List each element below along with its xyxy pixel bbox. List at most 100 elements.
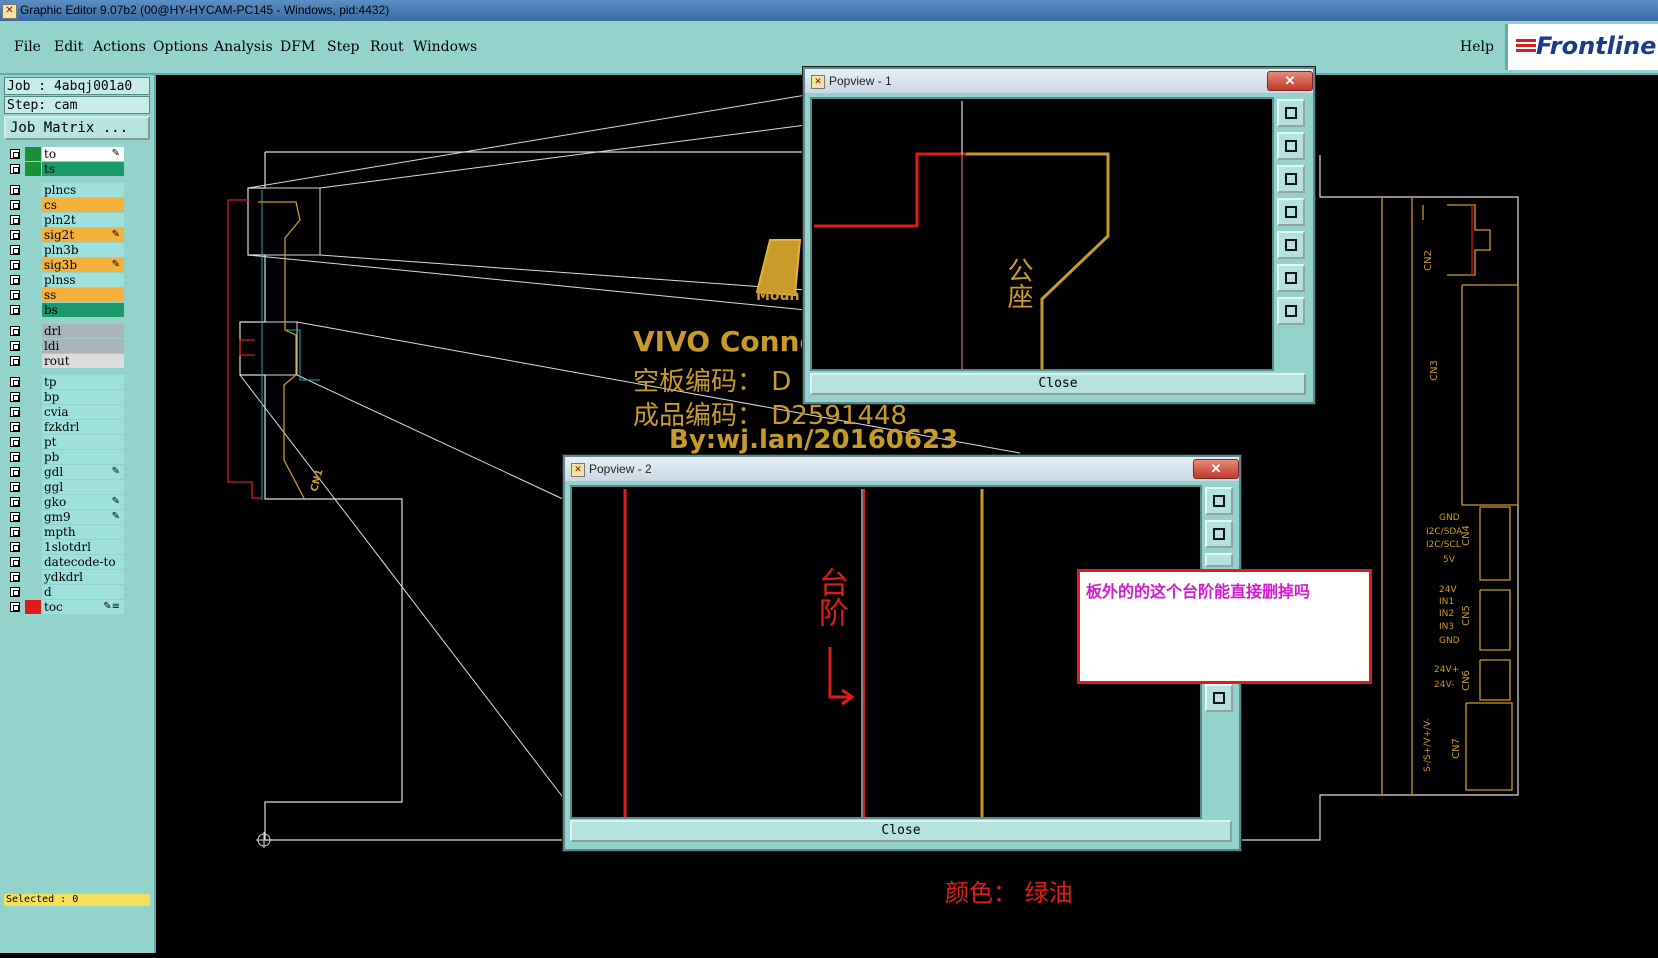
popview-2-titlebar[interactable]: ✕ Popview - 2 ✕ bbox=[565, 457, 1239, 481]
layer-row-drl[interactable]: drl bbox=[6, 324, 126, 338]
layer-color-swatch[interactable] bbox=[25, 390, 41, 404]
layer-row-pln3b[interactable]: pln3b bbox=[6, 243, 126, 257]
layer-color-swatch[interactable] bbox=[25, 273, 41, 287]
layer-checkbox[interactable] bbox=[10, 164, 20, 174]
layer-color-swatch[interactable] bbox=[25, 183, 41, 197]
layer-name[interactable]: pln2t bbox=[42, 213, 124, 227]
layer-row-gdl[interactable]: gdl ✎ bbox=[6, 465, 126, 479]
layer-row-1slotdrl[interactable]: 1slotdrl bbox=[6, 540, 126, 554]
layer-row-bs[interactable]: bs bbox=[6, 303, 126, 317]
layer-checkbox[interactable] bbox=[10, 230, 20, 240]
layer-color-swatch[interactable] bbox=[25, 435, 41, 449]
layer-checkbox[interactable] bbox=[10, 377, 20, 387]
layer-row-ldi[interactable]: ldi bbox=[6, 339, 126, 353]
menu-actions[interactable]: Actions bbox=[93, 39, 146, 55]
layer-row-datecode-to[interactable]: datecode-to bbox=[6, 555, 126, 569]
layer-name[interactable]: gdl ✎ bbox=[42, 465, 124, 479]
menu-windows[interactable]: Windows bbox=[413, 39, 477, 55]
layer-checkbox[interactable] bbox=[10, 392, 20, 402]
layer-name[interactable]: ydkdrl bbox=[42, 570, 124, 584]
layer-checkbox[interactable] bbox=[10, 407, 20, 417]
layer-checkbox[interactable] bbox=[10, 497, 20, 507]
layer-name[interactable]: cs bbox=[42, 198, 124, 212]
layer-checkbox[interactable] bbox=[10, 587, 20, 597]
layer-row-cvia[interactable]: cvia bbox=[6, 405, 126, 419]
layer-checkbox[interactable] bbox=[10, 215, 20, 225]
layer-row-sig2t[interactable]: sig2t ✎ bbox=[6, 228, 126, 242]
layer-color-swatch[interactable] bbox=[25, 420, 41, 434]
layer-row-ss[interactable]: ss bbox=[6, 288, 126, 302]
layer-checkbox[interactable] bbox=[10, 422, 20, 432]
layer-row-pln2t[interactable]: pln2t bbox=[6, 213, 126, 227]
layer-color-swatch[interactable] bbox=[25, 540, 41, 554]
layer-name[interactable]: bp bbox=[42, 390, 124, 404]
layer-name[interactable]: cvia bbox=[42, 405, 124, 419]
layer-row-cs[interactable]: cs bbox=[6, 198, 126, 212]
layer-row-ggl[interactable]: ggl bbox=[6, 480, 126, 494]
layer-checkbox[interactable] bbox=[10, 482, 20, 492]
popview-1-close-button[interactable]: Close bbox=[810, 373, 1306, 395]
layer-color-swatch[interactable] bbox=[25, 324, 41, 338]
layer-color-swatch[interactable] bbox=[25, 465, 41, 479]
layer-color-swatch[interactable] bbox=[25, 258, 41, 272]
layer-checkbox[interactable] bbox=[10, 185, 20, 195]
layer-color-swatch[interactable] bbox=[25, 510, 41, 524]
layer-row-ts[interactable]: ts bbox=[6, 162, 126, 176]
layer-name[interactable]: pb bbox=[42, 450, 124, 464]
pan-left-icon[interactable] bbox=[1277, 198, 1305, 226]
layer-row-plnss[interactable]: plnss bbox=[6, 273, 126, 287]
layer-color-swatch[interactable] bbox=[25, 480, 41, 494]
menu-analysis[interactable]: Analysis bbox=[214, 39, 273, 55]
layer-color-swatch[interactable] bbox=[25, 198, 41, 212]
layer-color-swatch[interactable] bbox=[25, 570, 41, 584]
menu-help[interactable]: Help bbox=[1460, 39, 1494, 55]
layer-color-swatch[interactable] bbox=[25, 303, 41, 317]
layer-name[interactable]: toc ✎≡ bbox=[42, 600, 124, 614]
popview-2-close-x-button[interactable]: ✕ bbox=[1193, 459, 1239, 479]
pan-down-icon[interactable] bbox=[1205, 553, 1233, 567]
layer-color-swatch[interactable] bbox=[25, 147, 41, 161]
zoom-fit-icon[interactable] bbox=[1277, 99, 1305, 127]
layer-name[interactable]: d bbox=[42, 585, 124, 599]
layer-checkbox[interactable] bbox=[10, 275, 20, 285]
layer-color-swatch[interactable] bbox=[25, 213, 41, 227]
menu-step[interactable]: Step bbox=[327, 39, 359, 55]
layer-color-swatch[interactable] bbox=[25, 243, 41, 257]
layer-name[interactable]: sig2t ✎ bbox=[42, 228, 124, 242]
layer-checkbox[interactable] bbox=[10, 326, 20, 336]
layer-checkbox[interactable] bbox=[10, 260, 20, 270]
layer-row-fzkdrl[interactable]: fzkdrl bbox=[6, 420, 126, 434]
layer-color-swatch[interactable] bbox=[25, 162, 41, 176]
layer-checkbox[interactable] bbox=[10, 290, 20, 300]
menu-dfm[interactable]: DFM bbox=[280, 39, 315, 55]
layer-name[interactable]: mpth bbox=[42, 525, 124, 539]
layer-name[interactable]: ss bbox=[42, 288, 124, 302]
layer-color-swatch[interactable] bbox=[25, 339, 41, 353]
pan-down-icon[interactable] bbox=[1277, 165, 1305, 193]
layer-checkbox[interactable] bbox=[10, 572, 20, 582]
layer-checkbox[interactable] bbox=[10, 527, 20, 537]
layer-checkbox[interactable] bbox=[10, 341, 20, 351]
layer-name[interactable]: plnss bbox=[42, 273, 124, 287]
layer-row-sig3b[interactable]: sig3b ✎ bbox=[6, 258, 126, 272]
popview-1-canvas[interactable]: 公座 bbox=[810, 97, 1274, 371]
layer-row-pb[interactable]: pb bbox=[6, 450, 126, 464]
layer-color-swatch[interactable] bbox=[25, 525, 41, 539]
layer-name[interactable]: gko ✎ bbox=[42, 495, 124, 509]
layer-color-swatch[interactable] bbox=[25, 555, 41, 569]
layer-checkbox[interactable] bbox=[10, 245, 20, 255]
layer-row-gko[interactable]: gko ✎ bbox=[6, 495, 126, 509]
layer-name[interactable]: pt bbox=[42, 435, 124, 449]
popview-1-window[interactable]: ✕ Popview - 1 ✕ 公座 Close bbox=[803, 67, 1315, 404]
layer-row-tp[interactable]: tp bbox=[6, 375, 126, 389]
layer-color-swatch[interactable] bbox=[25, 228, 41, 242]
layer-checkbox[interactable] bbox=[10, 542, 20, 552]
layer-name[interactable]: sig3b ✎ bbox=[42, 258, 124, 272]
layer-name[interactable]: drl bbox=[42, 324, 124, 338]
layer-checkbox[interactable] bbox=[10, 467, 20, 477]
layer-row-plncs[interactable]: plncs bbox=[6, 183, 126, 197]
layer-color-swatch[interactable] bbox=[25, 375, 41, 389]
menu-rout[interactable]: Rout bbox=[370, 39, 404, 55]
layer-name[interactable]: tp bbox=[42, 375, 124, 389]
layer-row-gm9[interactable]: gm9 ✎ bbox=[6, 510, 126, 524]
